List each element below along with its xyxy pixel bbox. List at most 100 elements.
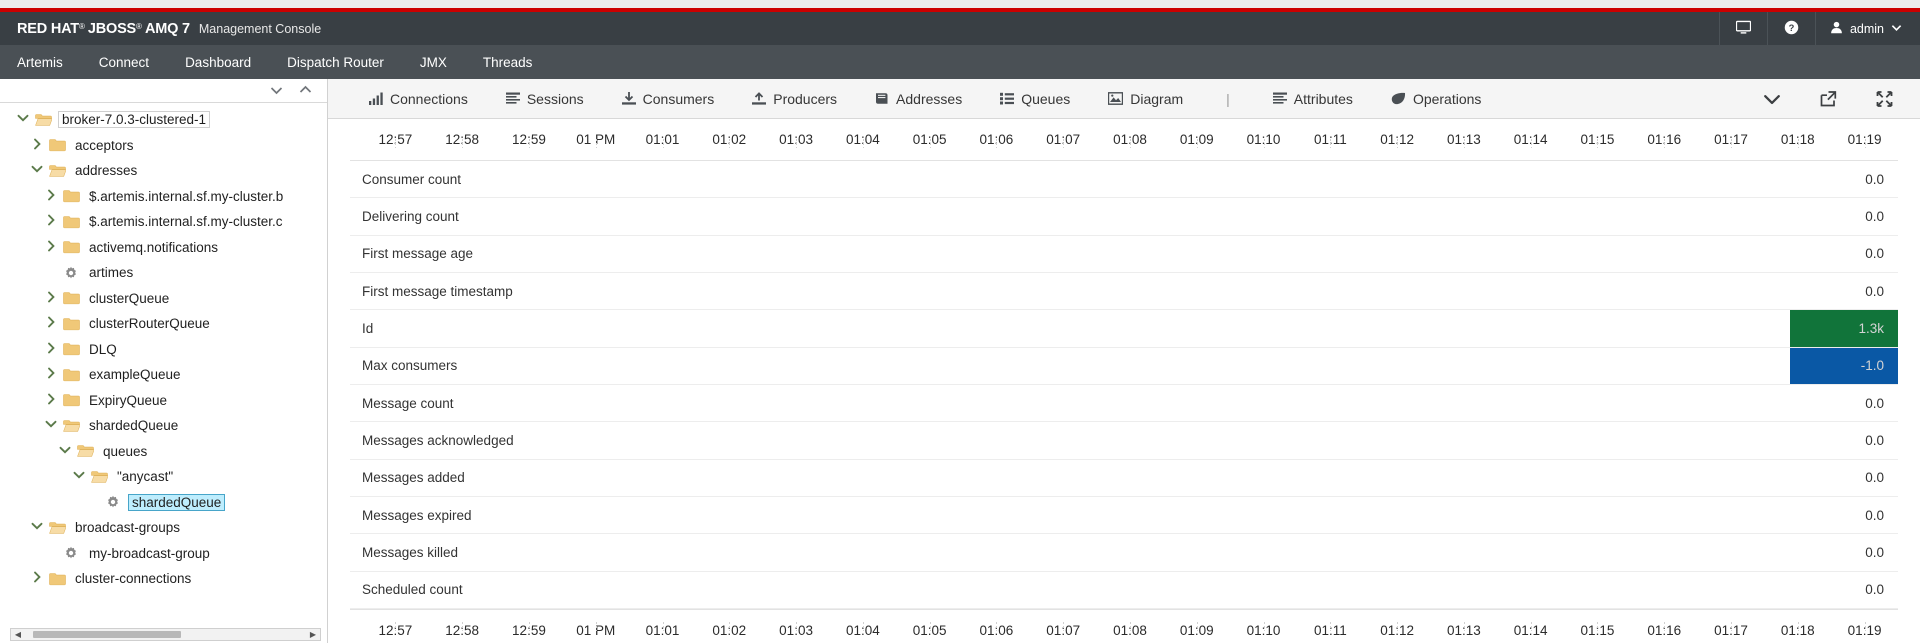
product-logo: RED HAT ® JBOSS ® AMQ 7 Management Conso… [0, 21, 321, 37]
tree-horizontal-scrollbar[interactable]: ◀ ▶ [10, 628, 321, 641]
axis-tick-mark [1597, 139, 1599, 148]
tab-addresses[interactable]: Addresses [856, 79, 981, 119]
collapse-all-icon[interactable] [269, 84, 284, 98]
axis-tick-label: 01:19 [1831, 132, 1898, 148]
tree-node-label: addresses [75, 163, 138, 179]
metric-row[interactable]: Consumer count 0.0 [350, 161, 1898, 199]
metric-value: 0.0 [1865, 544, 1884, 560]
metric-row[interactable]: First message timestamp 0.0 [350, 273, 1898, 311]
axis-tick-mark [1063, 622, 1065, 631]
axis-tick-mark [1063, 139, 1065, 148]
axis-tick-label: 12:58 [429, 622, 496, 638]
metric-row[interactable]: Message count 0.0 [350, 385, 1898, 423]
tree-node-dlq[interactable]: DLQ [0, 337, 327, 363]
caret-right-icon[interactable] [27, 138, 47, 153]
tree-node-my-broadcast-group[interactable]: › my-broadcast-group [0, 541, 327, 567]
chevron-down-icon [1763, 92, 1781, 106]
tab-queues[interactable]: Queues [981, 79, 1089, 119]
folder-icon-wrap [47, 138, 67, 152]
tree-node-anycast[interactable]: "anycast" [0, 464, 327, 490]
tab-label: Consumers [642, 90, 715, 107]
more-dropdown-button[interactable] [1744, 79, 1800, 119]
tab-diagram[interactable]: Diagram [1089, 79, 1202, 119]
caret-right-icon[interactable] [41, 367, 61, 382]
folder-icon-wrap [61, 215, 81, 229]
caret-right-icon[interactable] [27, 571, 47, 586]
folder-open-icon-wrap [89, 470, 109, 484]
fullscreen-button[interactable] [1856, 79, 1912, 119]
nav-item-artemis[interactable]: Artemis [0, 45, 81, 79]
metric-row[interactable]: Messages acknowledged 0.0 [350, 422, 1898, 460]
axis-tick-mark [796, 139, 798, 148]
tree-node-examplequeue[interactable]: exampleQueue [0, 362, 327, 388]
folder-icon-wrap [61, 189, 81, 203]
scrollbar-thumb[interactable] [33, 631, 181, 638]
monitor-button[interactable] [1718, 12, 1767, 45]
axis-tick-label: 01:13 [1431, 132, 1498, 148]
nav-item-dashboard[interactable]: Dashboard [167, 45, 269, 79]
tab-consumers[interactable]: Consumers [603, 79, 734, 119]
nav-item-jmx[interactable]: JMX [402, 45, 465, 79]
caret-right-icon[interactable] [41, 316, 61, 331]
tab-producers[interactable]: Producers [733, 79, 856, 119]
axis-tick-mark [862, 139, 864, 148]
tree-list[interactable]: broker-7.0.3-clustered-1 acceptors address… [0, 103, 327, 643]
tree-node-addresses[interactable]: addresses [0, 158, 327, 184]
metric-row[interactable]: Messages added 0.0 [350, 460, 1898, 497]
tree-node-clusterrouterqueue[interactable]: clusterRouterQueue [0, 311, 327, 337]
tree-node-artemis-internal-sf-my-cluster-c[interactable]: $.artemis.internal.sf.my-cluster.c [0, 209, 327, 235]
axis-tick-mark [1530, 139, 1532, 148]
tree-node-cluster-connections[interactable]: cluster-connections [0, 566, 327, 592]
tab-attributes[interactable]: Attributes [1254, 79, 1372, 119]
caret-down-icon[interactable] [27, 521, 47, 534]
tree-node-artimes[interactable]: › artimes [0, 260, 327, 286]
axis-tick-mark [996, 622, 998, 631]
metric-row[interactable]: Delivering count 0.0 [350, 198, 1898, 236]
metric-row[interactable]: Id 1.3k [350, 310, 1898, 348]
tree-node-shardedqueue[interactable]: shardedQueue [0, 413, 327, 439]
tree-node-acceptors[interactable]: acceptors [0, 133, 327, 159]
caret-right-icon[interactable] [41, 189, 61, 204]
tree-node-label: $.artemis.internal.sf.my-cluster.c [89, 214, 283, 230]
axis-tick-label: 01:09 [1163, 132, 1230, 148]
metric-row[interactable]: First message age 0.0 [350, 236, 1898, 273]
tree-node-artemis-internal-sf-my-cluster-b[interactable]: $.artemis.internal.sf.my-cluster.b [0, 184, 327, 210]
help-button[interactable]: ? [1766, 12, 1815, 45]
open-external-button[interactable] [1800, 79, 1856, 119]
caret-down-icon[interactable] [27, 164, 47, 177]
tab-sessions[interactable]: Sessions [487, 79, 603, 119]
caret-right-icon[interactable] [41, 240, 61, 255]
nav-item-threads[interactable]: Threads [465, 45, 551, 79]
metric-row[interactable]: Messages killed 0.0 [350, 534, 1898, 572]
tree-node-label: activemq.notifications [89, 239, 219, 255]
axis-tick-mark [1797, 139, 1799, 148]
metric-row[interactable]: Messages expired 0.0 [350, 497, 1898, 535]
caret-right-icon[interactable] [41, 291, 61, 306]
folder-icon-wrap [61, 368, 81, 382]
metric-row[interactable]: Scheduled count 0.0 [350, 572, 1898, 609]
expand-all-icon[interactable] [298, 84, 313, 98]
tree-node-queues[interactable]: queues [0, 439, 327, 465]
tab-operations[interactable]: Operations [1372, 79, 1500, 119]
chevron-left-icon[interactable]: ◀ [11, 630, 25, 639]
chevron-right-icon[interactable]: ▶ [306, 630, 320, 639]
caret-down-icon[interactable] [69, 470, 89, 483]
caret-right-icon[interactable] [41, 342, 61, 357]
tree-node-clusterqueue[interactable]: clusterQueue [0, 286, 327, 312]
nav-item-connect[interactable]: Connect [81, 45, 167, 79]
tab-connections[interactable]: Connections [350, 79, 487, 119]
tree-node-shardedqueue[interactable]: › shardedQueue [0, 490, 327, 516]
caret-right-icon[interactable] [41, 393, 61, 408]
caret-right-icon[interactable] [41, 214, 61, 229]
user-menu[interactable]: admin [1814, 12, 1920, 45]
tree-node-activemq-notifications[interactable]: activemq.notifications [0, 235, 327, 261]
nav-item-dispatch-router[interactable]: Dispatch Router [269, 45, 402, 79]
caret-down-icon[interactable] [55, 445, 75, 458]
caret-down-icon[interactable] [13, 113, 33, 126]
tree-node-broadcast-groups[interactable]: broadcast-groups [0, 515, 327, 541]
axis-tick-label: 01:17 [1698, 132, 1765, 148]
tree-node-expiryqueue[interactable]: ExpiryQueue [0, 388, 327, 414]
caret-down-icon[interactable] [41, 419, 61, 432]
metric-row[interactable]: Max consumers -1.0 [350, 347, 1898, 385]
tree-node-broker-7-0-3-clustered-1[interactable]: broker-7.0.3-clustered-1 [0, 107, 327, 133]
